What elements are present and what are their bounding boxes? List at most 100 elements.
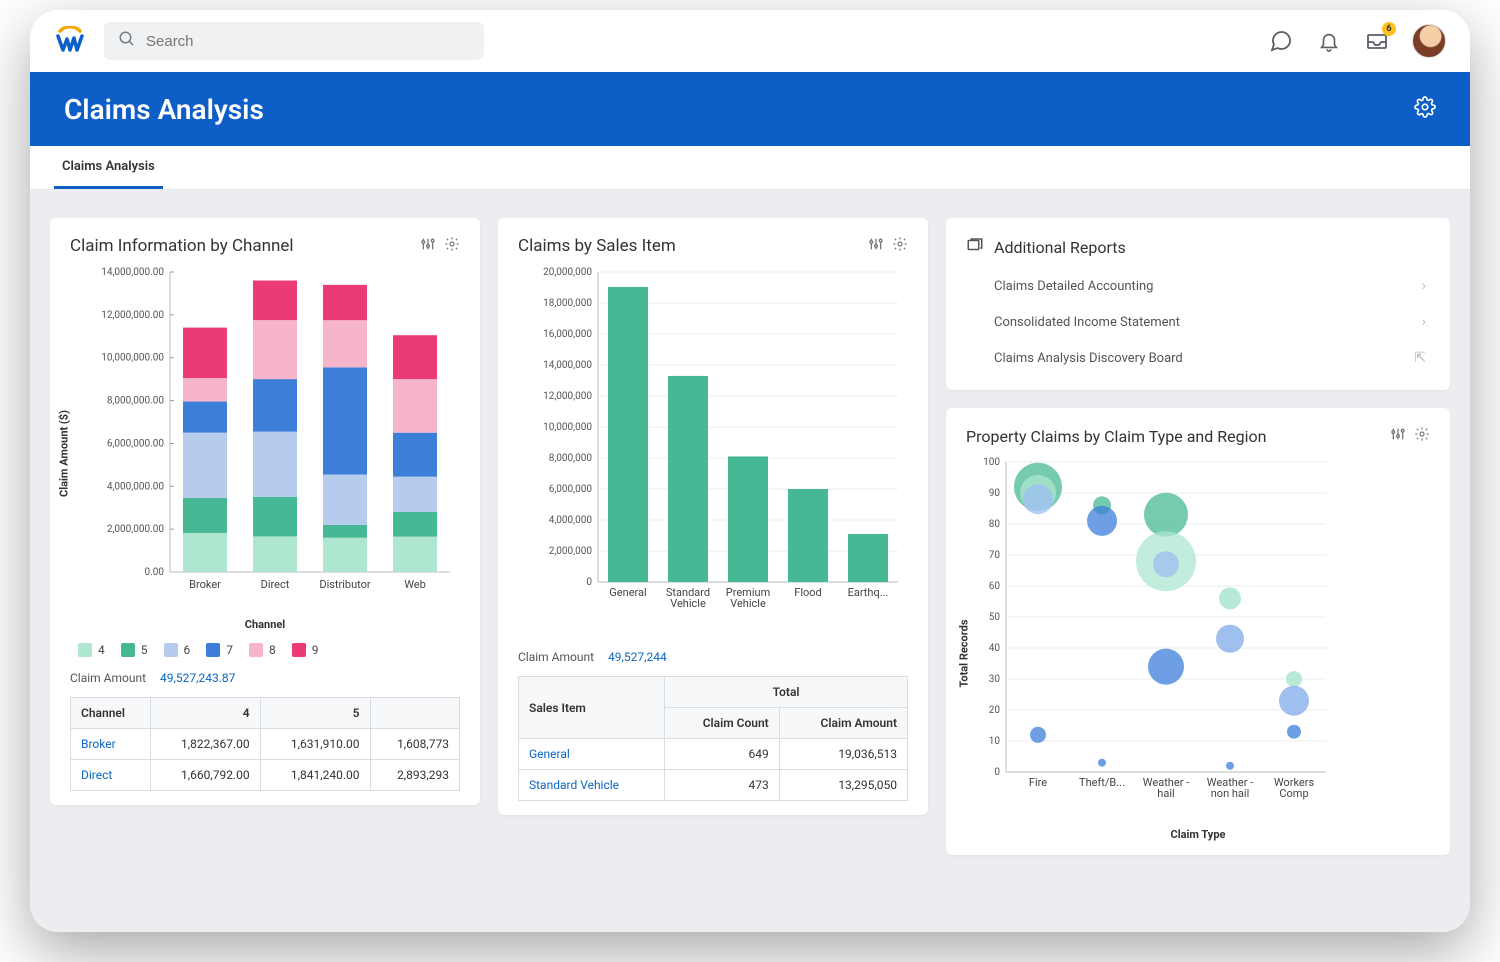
card-property-claims: Property Claims by Claim Type and Region…	[946, 408, 1450, 855]
svg-text:8,000,000: 8,000,000	[549, 453, 593, 464]
legend-item: 9	[292, 643, 319, 657]
report-item[interactable]: Claims Analysis Discovery Board⇱	[966, 340, 1430, 376]
stacked-bar-chart[interactable]: 0.00 2,000,000.00 4,000,000.00 6,000,000.00…	[70, 262, 460, 612]
svg-text:hail: hail	[1157, 787, 1174, 800]
inbox-badge: 6	[1382, 22, 1396, 36]
svg-text:non hail: non hail	[1211, 787, 1250, 800]
salesitem-table: Sales Item Total Claim Count Claim Amoun…	[518, 676, 908, 801]
gear-icon[interactable]	[892, 236, 908, 256]
sum-label: Claim Amount	[70, 671, 146, 685]
svg-text:70: 70	[989, 550, 1001, 561]
svg-text:10,000,000.00: 10,000,000.00	[101, 353, 164, 364]
filter-icon[interactable]	[420, 236, 436, 256]
x-axis-label: Claim Type	[966, 828, 1430, 841]
sum-value: 49,527,244	[608, 650, 667, 664]
legend-item: 7	[206, 643, 233, 657]
x-axis-label: Channel	[70, 618, 460, 631]
svg-text:20: 20	[989, 705, 1001, 716]
legend-item: 6	[164, 643, 191, 657]
svg-text:Direct: Direct	[261, 578, 290, 591]
svg-text:14,000,000: 14,000,000	[543, 360, 592, 371]
chat-icon[interactable]	[1268, 28, 1294, 54]
svg-text:80: 80	[989, 519, 1001, 530]
svg-text:14,000,000.00: 14,000,000.00	[101, 267, 164, 278]
chart-legend: 4 5 6 7 8 9	[70, 643, 460, 657]
y-axis-label: Claim Amount ($)	[58, 410, 71, 497]
svg-text:12,000,000.00: 12,000,000.00	[101, 310, 164, 321]
inbox-icon[interactable]: 6	[1364, 28, 1390, 54]
external-icon: ⇱	[1414, 350, 1426, 366]
bubble-chart[interactable]: 0102030405060708090100FireTheft/B...Weat…	[966, 452, 1336, 822]
related-icon	[966, 236, 984, 258]
card-additional-reports: Additional Reports Claims Detailed Accou…	[946, 218, 1450, 390]
card-title: Claim Information by Channel	[70, 236, 294, 256]
filter-icon[interactable]	[1390, 426, 1406, 446]
tab-claims-analysis[interactable]: Claims Analysis	[54, 147, 163, 189]
svg-text:Theft/B...: Theft/B...	[1079, 776, 1125, 789]
svg-text:6,000,000.00: 6,000,000.00	[107, 438, 165, 449]
svg-text:6,000,000: 6,000,000	[549, 484, 593, 495]
svg-text:50: 50	[989, 612, 1001, 623]
channel-table: Channel 4 5 Broker1,822,367.001,631,910.…	[70, 697, 460, 791]
svg-text:90: 90	[989, 488, 1001, 499]
svg-text:0: 0	[586, 577, 592, 588]
svg-text:Comp: Comp	[1279, 787, 1308, 800]
gear-icon[interactable]	[1414, 426, 1430, 446]
card-claims-by-sales-item: Claims by Sales Item 0 2,000,000 4,000,000…	[498, 218, 928, 815]
svg-text:Earthq...: Earthq...	[848, 586, 889, 599]
table-row: General64919,036,513	[519, 739, 908, 770]
filter-icon[interactable]	[868, 236, 884, 256]
bell-icon[interactable]	[1316, 28, 1342, 54]
svg-text:Flood: Flood	[794, 586, 822, 599]
svg-text:General: General	[609, 586, 646, 599]
chevron-right-icon: ›	[1422, 278, 1426, 294]
svg-text:18,000,000: 18,000,000	[543, 298, 592, 309]
sum-label: Claim Amount	[518, 650, 594, 664]
svg-text:Distributor: Distributor	[319, 578, 371, 591]
search-icon	[118, 30, 136, 52]
svg-text:16,000,000: 16,000,000	[543, 329, 592, 340]
legend-item: 4	[78, 643, 105, 657]
svg-text:60: 60	[989, 581, 1001, 592]
svg-text:0: 0	[994, 767, 1000, 778]
workday-logo[interactable]	[54, 25, 86, 57]
table-row: Broker1,822,367.001,631,910.001,608,773	[71, 729, 460, 760]
chevron-right-icon: ›	[1422, 314, 1426, 330]
report-item[interactable]: Claims Detailed Accounting›	[966, 268, 1430, 304]
reports-title: Additional Reports	[994, 238, 1126, 257]
svg-text:4,000,000.00: 4,000,000.00	[107, 481, 165, 492]
table-row: Direct1,660,792.001,841,240.002,893,293	[71, 760, 460, 791]
svg-text:20,000,000: 20,000,000	[543, 267, 592, 278]
svg-text:Vehicle: Vehicle	[730, 597, 766, 610]
svg-text:Web: Web	[404, 578, 426, 591]
card-title: Claims by Sales Item	[518, 236, 676, 256]
svg-text:2,000,000.00: 2,000,000.00	[107, 524, 165, 535]
svg-text:Broker: Broker	[189, 578, 221, 591]
svg-text:8,000,000.00: 8,000,000.00	[107, 396, 165, 407]
svg-text:Vehicle: Vehicle	[670, 597, 706, 610]
svg-text:4,000,000: 4,000,000	[549, 515, 593, 526]
legend-item: 8	[249, 643, 276, 657]
gear-icon[interactable]	[444, 236, 460, 256]
svg-text:40: 40	[989, 643, 1001, 654]
svg-text:0.00: 0.00	[145, 567, 165, 578]
svg-text:2,000,000: 2,000,000	[549, 546, 593, 557]
avatar[interactable]	[1412, 24, 1446, 58]
svg-text:12,000,000: 12,000,000	[543, 391, 592, 402]
search-input[interactable]	[146, 33, 470, 50]
svg-text:100: 100	[983, 457, 1000, 468]
page-title: Claims Analysis	[64, 93, 264, 126]
card-title: Property Claims by Claim Type and Region	[966, 427, 1266, 446]
report-item[interactable]: Consolidated Income Statement›	[966, 304, 1430, 340]
svg-text:30: 30	[989, 674, 1001, 685]
table-row: Standard Vehicle47313,295,050	[519, 770, 908, 801]
y-axis-label: Total Records	[958, 619, 971, 687]
card-claim-info-by-channel: Claim Information by Channel Claim Amoun…	[50, 218, 480, 805]
bar-chart[interactable]: 0 2,000,000 4,000,000 6,000,000 8,000,000 10,…	[518, 262, 908, 632]
sum-value: 49,527,243.87	[160, 671, 235, 685]
gear-icon[interactable]	[1414, 96, 1436, 122]
svg-text:10,000,000: 10,000,000	[543, 422, 592, 433]
search-box[interactable]	[104, 22, 484, 60]
svg-text:Fire: Fire	[1029, 776, 1047, 789]
legend-item: 5	[121, 643, 148, 657]
